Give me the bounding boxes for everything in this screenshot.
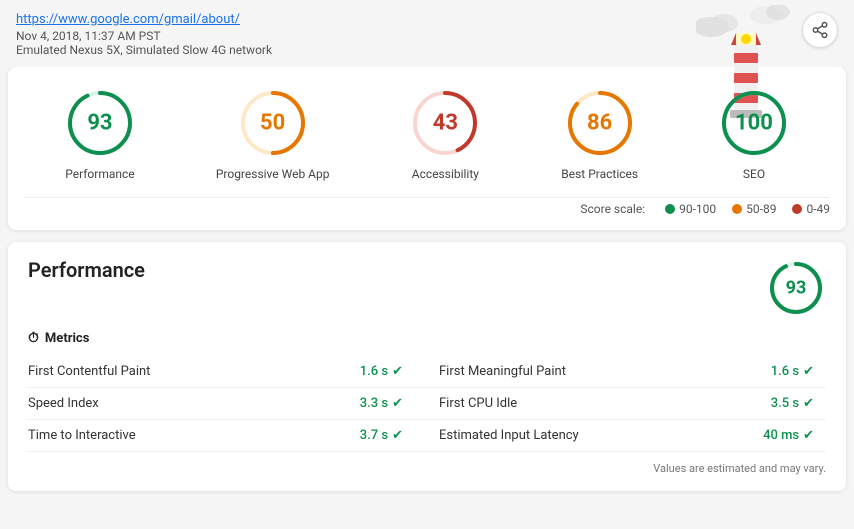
stopwatch-icon: ⏱ (28, 330, 39, 346)
metric-name: Estimated Input Latency (439, 428, 579, 443)
scale-dot (732, 204, 742, 214)
metric-row: First CPU Idle 3.5 s ✔ (427, 388, 826, 420)
check-icon: ✔ (803, 364, 814, 379)
gauge-number-best_practices: 86 (587, 111, 612, 136)
metric-value-wrap: 3.5 s ✔ (771, 396, 814, 411)
scale-range-label: 50-89 (746, 202, 776, 216)
score-scale: Score scale: 90-100 50-89 0-49 (24, 197, 830, 216)
scale-range-label: 0-49 (806, 202, 830, 216)
scale-dot (665, 204, 675, 214)
scores-panel: 93 Performance 50 Progressive Web App 43 (8, 67, 846, 230)
metric-value: 40 ms (763, 428, 799, 443)
perf-header: Performance 93 (28, 258, 826, 318)
score-label-best_practices: Best Practices (561, 167, 638, 181)
page-url[interactable]: https://www.google.com/gmail/about/ (16, 12, 240, 27)
metric-value-wrap: 3.3 s ✔ (360, 396, 403, 411)
score-label-accessibility: Accessibility (412, 167, 479, 181)
gauge-pwa: 50 (237, 87, 309, 159)
scale-item: 50-89 (732, 202, 776, 216)
metric-row: Estimated Input Latency 40 ms ✔ (427, 420, 826, 452)
metric-value-wrap: 1.6 s ✔ (771, 364, 814, 379)
metric-name: First Contentful Paint (28, 364, 150, 379)
gauge-accessibility: 43 (409, 87, 481, 159)
perf-title: Performance (28, 258, 145, 282)
metric-value: 3.3 s (360, 396, 388, 411)
check-icon: ✔ (392, 364, 403, 379)
scale-item: 0-49 (792, 202, 830, 216)
metric-name: Speed Index (28, 396, 99, 411)
metric-value: 3.7 s (360, 428, 388, 443)
gauge-number-accessibility: 43 (433, 111, 458, 136)
performance-section: Performance 93 ⏱ Metrics First Contentfu… (8, 242, 846, 491)
footnote: Values are estimated and may vary. (28, 462, 826, 475)
check-icon: ✔ (392, 428, 403, 443)
metric-row: Time to Interactive 3.7 s ✔ (28, 420, 427, 452)
score-item-pwa[interactable]: 50 Progressive Web App (216, 87, 330, 181)
metric-name: Time to Interactive (28, 428, 136, 443)
scale-range-label: 90-100 (679, 202, 716, 216)
score-scale-label: Score scale: (580, 202, 645, 216)
check-icon: ✔ (392, 396, 403, 411)
gauge-best_practices: 86 (564, 87, 636, 159)
metric-value-wrap: 1.6 s ✔ (360, 364, 403, 379)
scale-dot (792, 204, 802, 214)
metric-value-wrap: 3.7 s ✔ (360, 428, 403, 443)
scale-item: 90-100 (665, 202, 716, 216)
metric-value-wrap: 40 ms ✔ (763, 428, 814, 443)
metrics-label: Metrics (45, 331, 89, 346)
gauge-number-seo: 100 (735, 111, 773, 136)
check-icon: ✔ (803, 396, 814, 411)
score-item-performance[interactable]: 93 Performance (64, 87, 136, 181)
metric-value: 3.5 s (771, 396, 799, 411)
gauge-performance: 93 (64, 87, 136, 159)
metric-name: First Meaningful Paint (439, 364, 566, 379)
metric-value: 1.6 s (771, 364, 799, 379)
score-label-seo: SEO (743, 167, 765, 181)
metric-row: Speed Index 3.3 s ✔ (28, 388, 427, 420)
share-button[interactable] (802, 12, 838, 48)
gauge-seo: 100 (718, 87, 790, 159)
score-item-accessibility[interactable]: 43 Accessibility (409, 87, 481, 181)
header: https://www.google.com/gmail/about/ Nov … (0, 0, 854, 67)
perf-score-number: 93 (786, 278, 807, 299)
metrics-grid: First Contentful Paint 1.6 s ✔ First Mea… (28, 356, 826, 452)
metric-row: First Meaningful Paint 1.6 s ✔ (427, 356, 826, 388)
metrics-header: ⏱ Metrics (28, 330, 826, 346)
score-item-seo[interactable]: 100 SEO (718, 87, 790, 181)
gauge-number-performance: 93 (87, 111, 112, 136)
check-icon: ✔ (803, 428, 814, 443)
perf-score-circle: 93 (766, 258, 826, 318)
metric-value: 1.6 s (360, 364, 388, 379)
metric-row: First Contentful Paint 1.6 s ✔ (28, 356, 427, 388)
score-label-pwa: Progressive Web App (216, 167, 330, 181)
score-item-best_practices[interactable]: 86 Best Practices (561, 87, 638, 181)
metric-name: First CPU Idle (439, 396, 517, 411)
gauge-number-pwa: 50 (260, 111, 285, 136)
score-label-performance: Performance (65, 167, 134, 181)
